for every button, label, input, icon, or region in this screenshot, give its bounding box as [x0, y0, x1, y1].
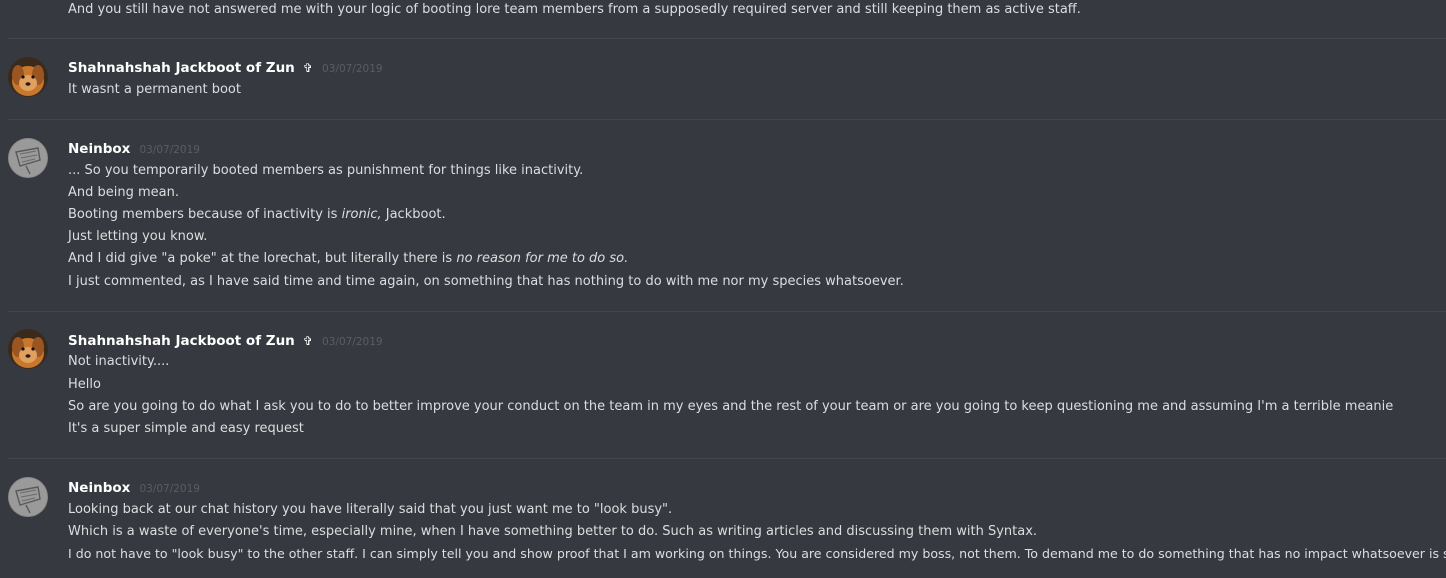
message-line: And you still have not answered me with …: [68, 2, 1081, 17]
message-line: I just commented, as I have said time an…: [68, 274, 904, 289]
message-line: It wasnt a permanent boot: [68, 82, 241, 97]
sketch-avatar-icon[interactable]: [8, 138, 48, 178]
message-line: And I did give "a poke" at the lorechat,…: [68, 248, 628, 270]
timestamp: 03/07/2019: [322, 336, 383, 348]
message-line: So are you going to do what I ask you to…: [68, 399, 1394, 414]
dog-avatar-icon[interactable]: [8, 57, 48, 97]
message-line: Not inactivity....: [68, 354, 170, 369]
message-header: Shahnahshah Jackboot of Zun ✞ 03/07/2019: [68, 329, 383, 351]
line-text: And I did give "a poke" at the lorechat,…: [68, 251, 457, 266]
italic-text: ironic,: [341, 207, 382, 222]
line-text: Booting members because of inactivity is: [68, 207, 342, 222]
message-divider: [8, 311, 1446, 312]
timestamp: 03/07/2019: [322, 63, 383, 75]
author-name[interactable]: Neinbox: [68, 480, 130, 496]
message-line: I do not have to "look busy" to the othe…: [68, 546, 1446, 561]
message-line: It's a super simple and easy request: [68, 421, 304, 436]
dog-avatar-icon[interactable]: [8, 329, 48, 369]
message-line: Looking back at our chat history you hav…: [68, 502, 673, 517]
message-line: Just letting you know.: [68, 229, 208, 244]
message-header: Neinbox 03/07/2019: [68, 137, 200, 159]
message-header: Neinbox 03/07/2019: [68, 476, 200, 498]
author-name[interactable]: Shahnahshah Jackboot of Zun: [68, 333, 295, 349]
message-line: Hello: [68, 377, 101, 392]
timestamp: 03/07/2019: [139, 483, 200, 495]
sketch-avatar-icon[interactable]: [8, 477, 48, 517]
chat-log: And you still have not answered me with …: [0, 0, 1446, 578]
message-line: And being mean.: [68, 185, 180, 200]
message-divider: [8, 38, 1446, 39]
message-header: Shahnahshah Jackboot of Zun ✞ 03/07/2019: [68, 56, 383, 78]
timestamp: 03/07/2019: [139, 144, 200, 156]
message-line: ... So you temporarily booted members as…: [68, 163, 584, 178]
message-line: Which is a waste of everyone's time, esp…: [68, 524, 1038, 539]
author-name[interactable]: Neinbox: [68, 141, 130, 157]
author-name[interactable]: Shahnahshah Jackboot of Zun: [68, 60, 295, 76]
message-divider: [8, 458, 1446, 459]
italic-text: no reason for me to do so.: [456, 251, 629, 266]
cross-icon: ✞: [302, 334, 313, 348]
message-line: Booting members because of inactivity is…: [68, 204, 446, 226]
cross-icon: ✞: [302, 61, 313, 75]
message-divider: [8, 119, 1446, 120]
line-text: Jackboot.: [381, 207, 446, 222]
